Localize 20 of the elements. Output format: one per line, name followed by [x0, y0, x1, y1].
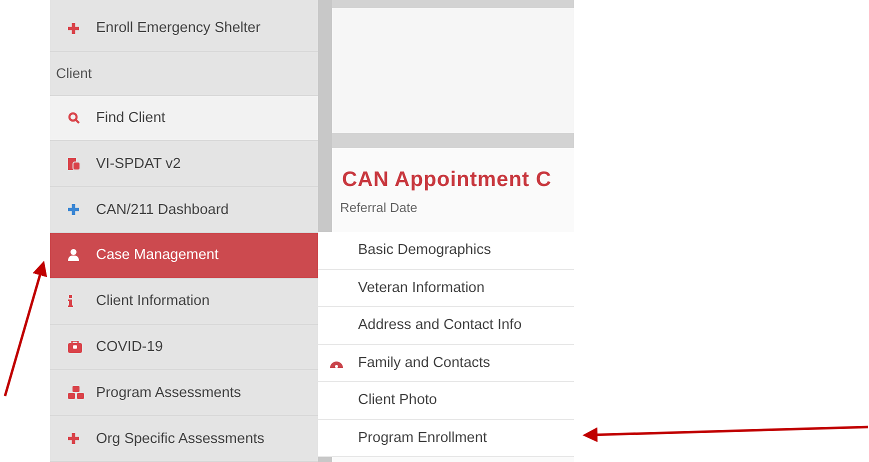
- user-icon: [68, 249, 79, 262]
- submenu-item[interactable]: Program Enrollment: [318, 420, 574, 457]
- submenu-item[interactable]: Veteran Information: [318, 270, 574, 307]
- menu-item[interactable]: Case Management: [50, 233, 318, 279]
- plus-icon: [68, 22, 79, 34]
- menu-item[interactable]: Find Client: [50, 96, 318, 142]
- submenu-item[interactable]: Family and Contacts: [318, 344, 574, 382]
- clipboard-icon: [68, 156, 81, 171]
- plus-icon: [68, 204, 79, 216]
- submenu-item[interactable]: Basic Demographics: [318, 232, 574, 270]
- medkit-icon: [68, 340, 82, 353]
- card-title: CAN Appointment C: [342, 168, 553, 192]
- submenu-item[interactable]: Client Photo: [318, 382, 574, 420]
- submenu-item[interactable]: Address and Contact Info: [318, 307, 574, 344]
- cubes-icon: [68, 386, 84, 400]
- info-icon: [68, 295, 73, 308]
- search-icon: [68, 112, 80, 124]
- field-label: Referral Date: [340, 200, 418, 215]
- menu-item[interactable]: COVID-19: [50, 324, 318, 370]
- plus-icon: [68, 433, 79, 444]
